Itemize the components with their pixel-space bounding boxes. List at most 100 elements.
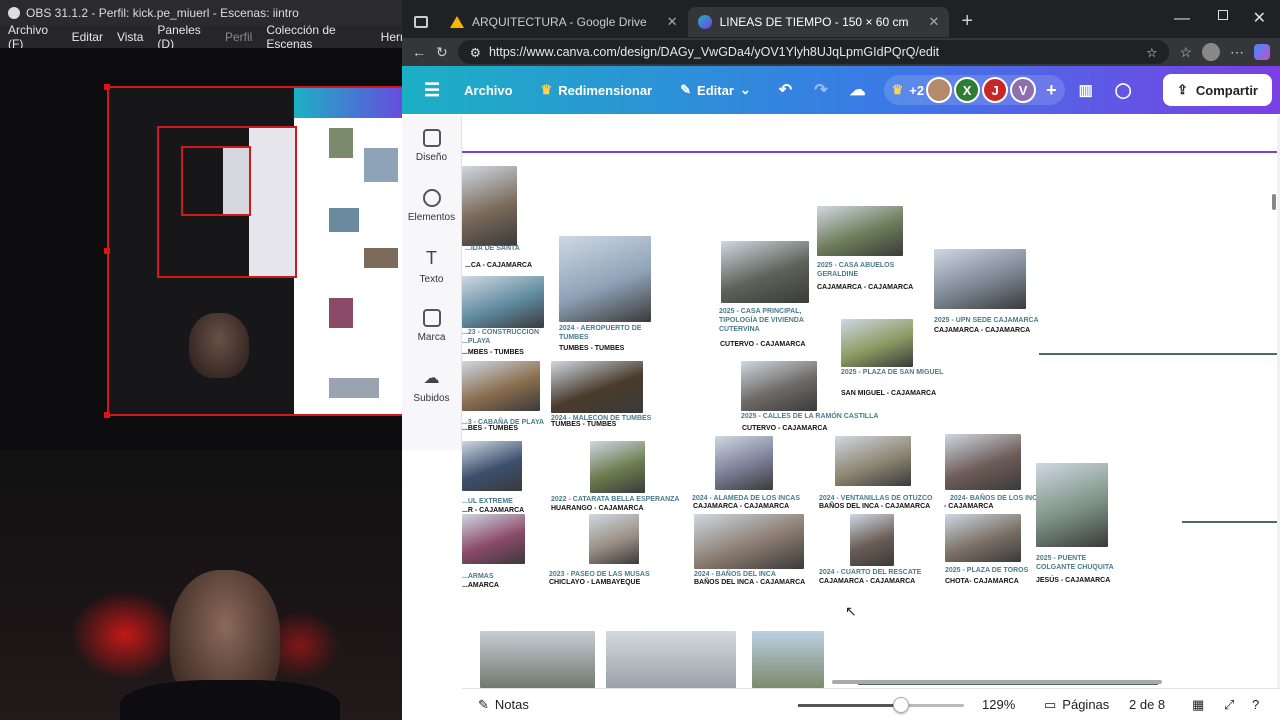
timeline-caption[interactable]: ...IDA DE SANTA — [465, 244, 525, 253]
more-menu-icon[interactable]: ⋯ — [1230, 44, 1244, 61]
timeline-photo[interactable] — [850, 514, 894, 566]
timeline-caption[interactable]: 2024 - CUARTO DEL RESCATE — [819, 568, 939, 577]
page-indicator[interactable]: 2 de 8 — [1129, 697, 1165, 712]
timeline-photo[interactable] — [589, 514, 639, 564]
grid-view-icon[interactable]: ▦ — [1192, 697, 1204, 713]
timeline-location[interactable]: CAJAMARCA - CAJAMARCA — [693, 502, 833, 511]
avatar-x[interactable]: X — [954, 77, 981, 103]
timeline-photo[interactable] — [462, 514, 525, 564]
close-icon[interactable]: ✕ — [667, 14, 678, 30]
timeline-location[interactable]: CAJAMARCA - CAJAMARCA — [934, 326, 1074, 335]
maximize-icon[interactable] — [1218, 10, 1228, 20]
obs-menu-archivo[interactable]: Archivo (F) — [8, 23, 58, 51]
add-collaborator-icon[interactable]: + — [1046, 80, 1057, 101]
obs-preview[interactable] — [0, 48, 404, 450]
insights-icon[interactable]: ▥ — [1079, 81, 1093, 99]
close-icon[interactable]: ✕ — [928, 14, 939, 30]
timeline-photo[interactable] — [462, 361, 540, 411]
favorites-icon[interactable]: ☆ — [1179, 44, 1192, 61]
timeline-photo[interactable] — [841, 319, 913, 367]
tab-canva[interactable]: LINEAS DE TIEMPO - 150 × 60 cm ✕ — [687, 7, 950, 37]
timeline-caption[interactable]: 2025 - CASA ABUELOS GERALDINE — [817, 261, 927, 279]
close-window-icon[interactable]: ✕ — [1253, 8, 1266, 28]
timeline-caption[interactable]: 2024 - AEROPUERTO DE TUMBES — [559, 324, 669, 342]
url-field[interactable]: ⚙ https://www.canva.com/design/DAGy_VwGD… — [457, 40, 1170, 64]
avatar-j[interactable]: J — [982, 77, 1009, 103]
timeline-caption[interactable]: 2025 - UPN SEDE CAJAMARCA — [934, 316, 1054, 325]
avatar[interactable] — [926, 77, 953, 103]
new-tab-icon[interactable]: + — [961, 10, 973, 33]
redo-icon[interactable]: ↷ — [814, 80, 827, 100]
avatar-v[interactable]: V — [1010, 77, 1037, 103]
timeline-caption[interactable]: 2022 - CATARATA BELLA ESPERANZA — [551, 495, 681, 504]
sidebar-item-marca[interactable]: Marca — [402, 296, 461, 356]
design-page[interactable]: ...IDA DE SANTA ...CA - CAJAMARCA 2024 - A… — [462, 116, 1277, 688]
zoom-slider[interactable] — [798, 697, 964, 713]
timeline-caption[interactable]: 2025 - CALLES DE LA RAMÓN CASTILLA — [741, 412, 891, 421]
refresh-icon[interactable]: ↻ — [436, 44, 448, 61]
timeline-location[interactable]: ...AMARCA — [462, 581, 542, 590]
timeline-location[interactable]: CAJAMARCA - CAJAMARCA — [819, 577, 959, 586]
timeline-photo[interactable] — [694, 514, 804, 569]
profile-icon[interactable] — [1202, 43, 1220, 61]
preview-source-frame[interactable] — [107, 86, 404, 416]
timeline-location[interactable]: ...CA - CAJAMARCA — [465, 261, 545, 270]
timeline-location[interactable]: CUTERVO - CAJAMARCA — [720, 340, 850, 349]
obs-menu-paneles[interactable]: Paneles (D) — [157, 23, 211, 51]
timeline-photo[interactable] — [559, 236, 651, 322]
timeline-location[interactable]: TUMBES - TUMBES — [559, 344, 689, 353]
timeline-location[interactable]: CHICLAYO - LAMBAYEQUE — [549, 578, 689, 587]
undo-icon[interactable]: ↶ — [779, 80, 792, 100]
zoom-level[interactable]: 129% — [982, 697, 1015, 712]
timeline-location[interactable]: SAN MIGUEL - CAJAMARCA — [841, 389, 971, 398]
cloud-saved-icon[interactable]: ☁ — [850, 80, 866, 100]
horizontal-scrollbar[interactable] — [832, 680, 1162, 684]
zoom-slider-knob[interactable] — [892, 697, 909, 713]
design-canvas[interactable]: ...IDA DE SANTA ...CA - CAJAMARCA 2024 - A… — [462, 116, 1280, 688]
collaborators-group[interactable]: ♛ +2 X J V + — [883, 75, 1065, 105]
timeline-photo[interactable] — [462, 166, 517, 246]
timeline-location[interactable]: CAJAMARCA - CAJAMARCA — [817, 283, 947, 292]
obs-menu-coleccion[interactable]: Colección de Escenas — [266, 23, 366, 51]
obs-menu-herramientas[interactable]: Herr — [381, 30, 404, 44]
help-icon[interactable]: ? — [1252, 697, 1259, 712]
sidebar-item-diseno[interactable]: Diseño — [402, 116, 461, 176]
timeline-location[interactable]: ...MBES - TUMBES — [462, 348, 572, 357]
tab-actions-icon[interactable] — [414, 16, 428, 28]
timeline-photo[interactable] — [817, 206, 903, 256]
copilot-icon[interactable] — [1254, 44, 1270, 60]
timeline-caption[interactable]: 2025 - PLAZA DE TOROS — [945, 566, 1045, 575]
sidebar-item-texto[interactable]: T Texto — [402, 236, 461, 296]
timeline-caption[interactable]: ...ARMAS — [462, 572, 522, 581]
tab-google-drive[interactable]: ARQUITECTURA - Google Drive ✕ — [440, 7, 688, 37]
site-info-icon[interactable]: ⚙ — [470, 45, 481, 60]
sidebar-item-elementos[interactable]: Elementos — [402, 176, 461, 236]
timeline-photo[interactable] — [945, 514, 1021, 562]
obs-menu-perfil[interactable]: Perfil — [225, 30, 252, 44]
timeline-location[interactable]: CHOTA- CAJAMARCA — [945, 577, 1065, 586]
bottom-photo[interactable] — [752, 631, 824, 688]
sidebar-item-subidos[interactable]: ☁ Subidos — [402, 356, 461, 416]
timeline-caption[interactable]: ...UL EXTREME — [462, 497, 552, 506]
timeline-caption[interactable]: 2025 - PLAZA DE SAN MIGUEL — [841, 368, 951, 377]
timeline-photo[interactable] — [741, 361, 817, 411]
obs-menu-vista[interactable]: Vista — [117, 30, 143, 44]
bookmark-star-icon[interactable]: ☆ — [1146, 45, 1157, 60]
hamburger-menu-icon[interactable]: ☰ — [424, 80, 440, 101]
timeline-location[interactable]: HUARANGO - CAJAMARCA — [551, 504, 701, 513]
timeline-photo[interactable] — [462, 441, 522, 491]
timeline-photo[interactable] — [551, 361, 643, 413]
bottom-photo[interactable] — [606, 631, 736, 688]
timeline-photo[interactable] — [721, 241, 809, 303]
timeline-caption[interactable]: 2025 - PUENTE COLGANTE CHUQUITA — [1036, 554, 1126, 572]
timeline-photo[interactable] — [945, 434, 1021, 490]
vertical-scrollbar[interactable] — [1272, 194, 1276, 210]
back-icon[interactable]: ← — [412, 44, 426, 60]
timeline-photo[interactable] — [715, 436, 773, 490]
comments-icon[interactable]: ◯ — [1115, 81, 1132, 99]
timeline-location[interactable]: BAÑOS DEL INCA - CAJAMARCA — [819, 502, 959, 511]
archivo-menu[interactable]: Archivo — [464, 83, 512, 98]
obs-menu-editar[interactable]: Editar — [72, 30, 103, 44]
notas-button[interactable]: ✎ Notas — [478, 697, 529, 713]
timeline-caption[interactable]: ...23 - CONSTRUCCION ...PLAYA — [462, 328, 552, 346]
